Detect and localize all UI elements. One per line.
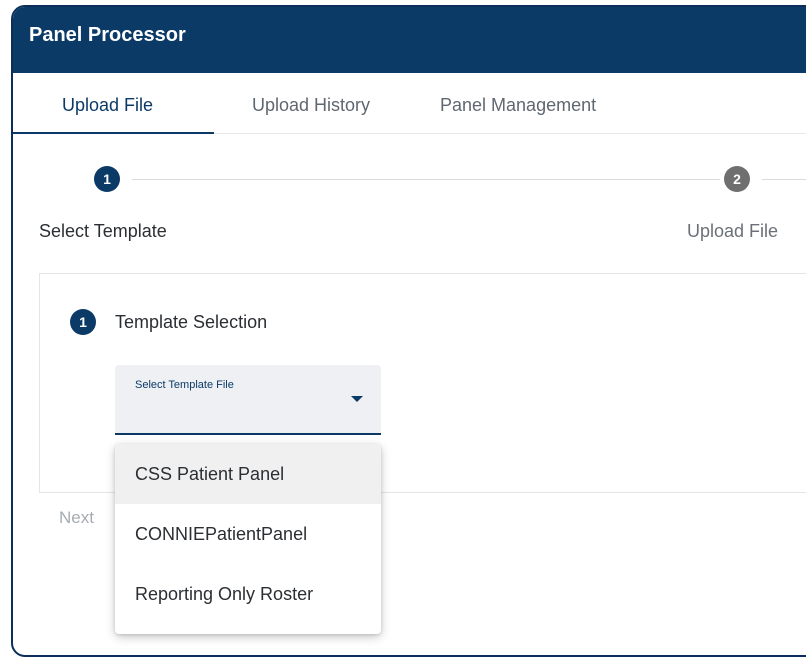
- app-window: Panel Processor Upload File Upload Histo…: [11, 5, 806, 657]
- tab-panel-management[interactable]: Panel Management: [440, 95, 596, 116]
- section-number: 1: [79, 314, 87, 330]
- tab-upload-history[interactable]: Upload History: [252, 95, 370, 116]
- section-title: Template Selection: [115, 312, 268, 332]
- dropdown-option[interactable]: CONNIEPatientPanel: [115, 504, 381, 564]
- dropdown-option[interactable]: Reporting Only Roster: [115, 564, 381, 624]
- option-label: CONNIEPatientPanel: [135, 524, 308, 544]
- step-1-indicator: 1: [94, 166, 120, 192]
- step-2-number: 2: [733, 171, 741, 187]
- template-dropdown-menu: CSS Patient Panel CONNIEPatientPanel Rep…: [115, 444, 381, 634]
- stepper-connector-right: [762, 179, 806, 180]
- app-header: Panel Processor: [13, 7, 806, 73]
- step-2-label: Upload File: [687, 221, 779, 241]
- option-label: CSS Patient Panel: [135, 464, 285, 484]
- app-title: Panel Processor: [29, 24, 186, 46]
- tab-bar: Upload File Upload History Panel Managem…: [13, 73, 806, 134]
- template-file-select[interactable]: Select Template File: [115, 365, 381, 435]
- tab-upload-file[interactable]: Upload File: [62, 95, 153, 116]
- dropdown-option[interactable]: CSS Patient Panel: [115, 444, 381, 504]
- stepper-connector: [132, 179, 720, 180]
- next-button[interactable]: Next: [59, 508, 94, 528]
- step-1-number: 1: [103, 171, 111, 187]
- active-tab-indicator: [13, 132, 214, 134]
- step-2-indicator: 2: [724, 166, 750, 192]
- option-label: Reporting Only Roster: [135, 584, 314, 604]
- select-label: Select Template File: [135, 379, 234, 391]
- caret-down-icon[interactable]: [351, 396, 363, 402]
- step-1-label: Select Template: [39, 221, 167, 241]
- section-number-badge: 1: [70, 309, 96, 335]
